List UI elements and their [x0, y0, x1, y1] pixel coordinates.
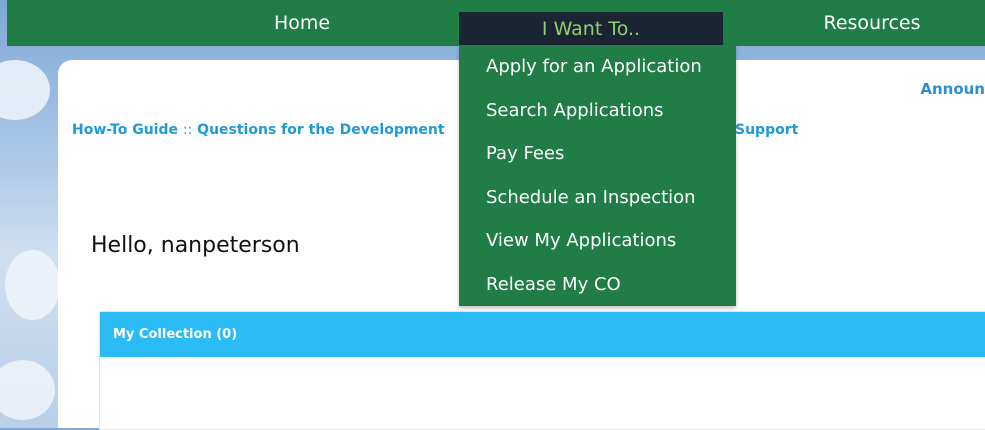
nav-home-label: Home	[273, 12, 331, 34]
nav-resources-label: Resources	[823, 12, 921, 34]
menu-item-schedule-inspection[interactable]: Schedule an Inspection	[459, 176, 736, 220]
nav-i-want-to-label: I Want To..	[541, 17, 641, 40]
menu-item-pay-fees[interactable]: Pay Fees	[459, 132, 736, 176]
menu-item-search-applications[interactable]: Search Applications	[459, 89, 736, 133]
nav-home[interactable]: Home	[227, 0, 377, 46]
my-collection-header[interactable]: My Collection (0)	[100, 312, 985, 357]
nav-i-want-to[interactable]: I Want To..	[459, 12, 723, 45]
cloud-decoration	[5, 250, 60, 320]
my-collection-panel: My Collection (0)	[99, 311, 985, 430]
greeting-text: Hello, nanpeterson	[91, 233, 300, 258]
top-navigation: Home I Want To.. Resources	[7, 0, 985, 46]
cloud-decoration	[0, 60, 50, 120]
announcements-link[interactable]: Announ	[920, 80, 985, 98]
link-row: How-To Guide :: Questions for the Develo…	[72, 122, 445, 138]
menu-item-apply[interactable]: Apply for an Application	[459, 45, 736, 89]
link-separator: ::	[182, 122, 193, 138]
nav-resources[interactable]: Resources	[797, 0, 947, 46]
support-link[interactable]: Support	[735, 122, 798, 138]
menu-item-view-my-applications[interactable]: View My Applications	[459, 219, 736, 263]
my-collection-title: My Collection (0)	[113, 327, 238, 342]
questions-link[interactable]: Questions for the Development	[197, 122, 444, 138]
i-want-to-dropdown-menu: Apply for an Application Search Applicat…	[459, 45, 736, 306]
how-to-guide-link[interactable]: How-To Guide	[72, 122, 178, 138]
cloud-decoration	[0, 360, 55, 420]
menu-item-release-my-co[interactable]: Release My CO	[459, 263, 736, 307]
